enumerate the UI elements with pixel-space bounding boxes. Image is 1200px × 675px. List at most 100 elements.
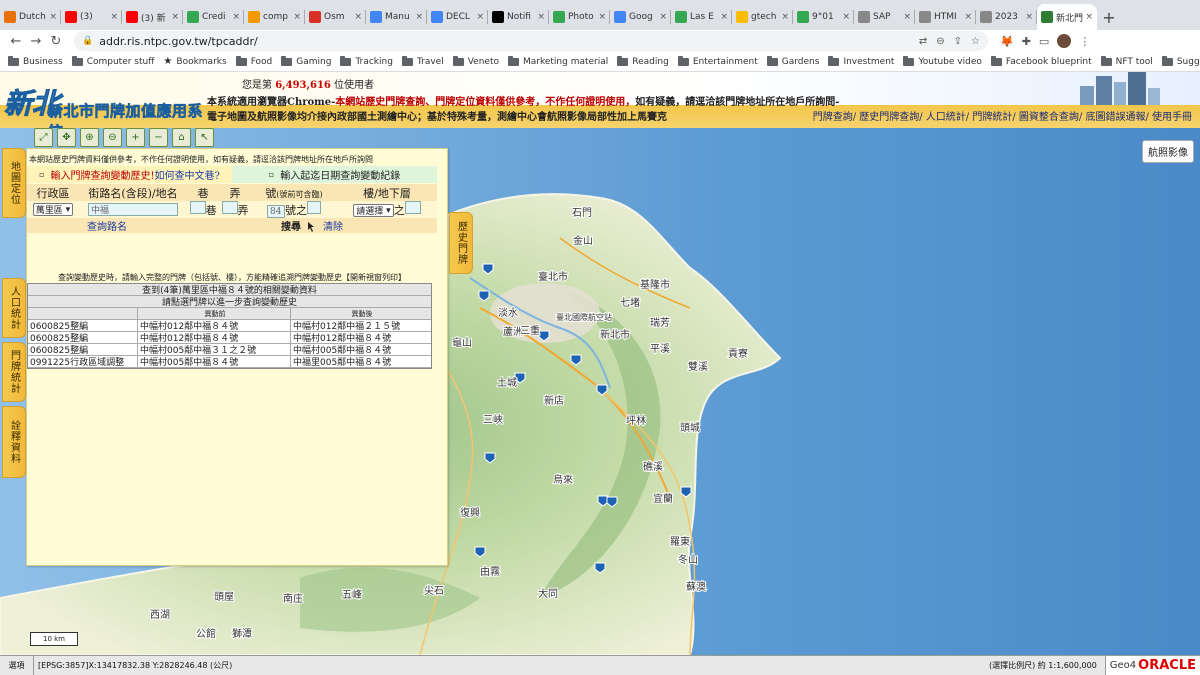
floor-sub-input[interactable] — [404, 201, 421, 214]
browser-tab[interactable]: Notifi × — [488, 4, 549, 30]
road-input[interactable]: 中福 — [88, 203, 178, 216]
bookmark-item[interactable]: Suggested Sites — [1161, 55, 1200, 67]
browser-tab[interactable]: Las E × — [671, 4, 732, 30]
bookmark-star-icon[interactable]: ☆ — [971, 36, 980, 47]
sidetab-map-location[interactable]: 地圖定位 — [2, 148, 26, 218]
extent-icon[interactable]: ⤢ — [34, 128, 53, 147]
cell-after[interactable]: 中福里005鄰中福８４號 — [291, 356, 431, 368]
pan-icon[interactable]: ✥ — [57, 128, 76, 147]
bookmark-item[interactable]: Reading — [617, 55, 669, 67]
browser-tab[interactable]: (3) × — [61, 4, 122, 30]
close-icon[interactable]: × — [903, 12, 911, 22]
scale-readout[interactable]: (選擇比例尺) 約 1:1,600,000 — [989, 660, 1097, 671]
bookmark-item[interactable]: Tracking — [340, 55, 393, 67]
cell-before[interactable]: 中幅村005鄰中福８４號 — [138, 356, 291, 368]
close-icon[interactable]: × — [293, 12, 301, 22]
number-input[interactable]: 84 — [267, 205, 285, 219]
bookmark-item[interactable]: NFT tool — [1100, 55, 1153, 67]
close-icon[interactable]: × — [354, 12, 362, 22]
cell-before[interactable]: 中幅村012鄰中福８４號 — [138, 332, 291, 344]
help-link[interactable]: 如何查中文巷? — [155, 167, 220, 182]
aerial-image-button[interactable]: 航照影像 — [1142, 140, 1194, 163]
pointer-icon[interactable]: ↖ — [195, 128, 214, 147]
close-icon[interactable]: × — [1085, 12, 1093, 22]
bookmark-item[interactable]: Gaming — [281, 55, 331, 67]
sidetab-population[interactable]: 人口統計 — [2, 278, 26, 338]
translate-icon[interactable]: ⇄ — [919, 36, 927, 47]
cell-after[interactable]: 中幅村012鄰中福８４號 — [291, 332, 431, 344]
close-icon[interactable]: × — [49, 12, 57, 22]
close-icon[interactable]: × — [598, 12, 606, 22]
bookmark-item[interactable]: Youtube video — [903, 55, 982, 67]
bookmark-item[interactable]: Business — [8, 55, 63, 67]
cell-before[interactable]: 中幅村005鄰中福３１之２號 — [138, 344, 291, 356]
close-icon[interactable]: × — [171, 12, 179, 22]
browser-tab[interactable]: Photo × — [549, 4, 610, 30]
close-icon[interactable]: × — [415, 12, 423, 22]
extension-icon[interactable]: ✚ — [1022, 35, 1031, 48]
bookmark-item[interactable]: Entertainment — [677, 55, 758, 67]
browser-tab[interactable]: Manu × — [366, 4, 427, 30]
sidetab-history-doorplate[interactable]: 歷史門牌 — [449, 212, 473, 274]
browser-tab[interactable]: HTMI × — [915, 4, 976, 30]
sidetab-doorplate-stats[interactable]: 門牌統計 — [2, 342, 26, 402]
browser-tab[interactable]: Dutch × — [0, 4, 61, 30]
close-icon[interactable]: × — [720, 12, 728, 22]
site-logo[interactable]: 新北 新北市門牌加值應用系統 — [2, 76, 207, 129]
new-tab-button[interactable]: + — [1097, 4, 1121, 30]
cell-after[interactable]: 中幅村005鄰中福８４號 — [291, 344, 431, 356]
home-icon[interactable]: ⌂ — [172, 128, 191, 147]
road-lookup-link[interactable]: 查詢路名 — [87, 222, 127, 233]
bookmark-item[interactable]: Travel — [401, 55, 444, 67]
bookmark-item[interactable]: Facebook blueprint — [990, 55, 1092, 67]
close-icon[interactable]: × — [964, 12, 972, 22]
number-sub-input[interactable] — [307, 200, 321, 214]
sidetab-metadata[interactable]: 詮釋資料 — [2, 406, 26, 478]
browser-tab[interactable]: 新北門 × — [1037, 4, 1097, 30]
close-icon[interactable]: × — [110, 12, 118, 22]
close-icon[interactable]: × — [476, 12, 484, 22]
browser-tab[interactable]: Osm × — [305, 4, 366, 30]
bookmark-item[interactable]: Veneto — [452, 55, 499, 67]
tab-date-range[interactable]: ▫ 輸入起迄日期查詢變動紀錄 — [232, 166, 437, 183]
sidebar-icon[interactable]: ▭ — [1039, 35, 1049, 48]
browser-tab[interactable]: comp × — [244, 4, 305, 30]
menu-icon[interactable]: ⋮ — [1079, 35, 1090, 48]
site-nav-links[interactable]: 門牌查詢/ 歷史門牌查詢/ 人口統計/ 門牌統計/ 圖資整合查詢/ 底圖錯誤通報… — [813, 108, 1192, 123]
lane-input[interactable] — [189, 201, 206, 214]
close-icon[interactable]: × — [232, 12, 240, 22]
metamask-icon[interactable]: 🦊 — [1000, 35, 1014, 48]
browser-tab[interactable]: Goog × — [610, 4, 671, 30]
zoom-icon[interactable]: ⊖ — [936, 36, 944, 47]
browser-tab[interactable]: gtech × — [732, 4, 793, 30]
browser-tab[interactable]: DECL × — [427, 4, 488, 30]
back-icon[interactable]: ← — [6, 34, 26, 49]
browser-tab[interactable]: SAP × — [854, 4, 915, 30]
clear-link[interactable]: 清除 — [323, 222, 343, 233]
cell-before[interactable]: 中幅村012鄰中福８４號 — [138, 320, 291, 332]
browser-tab[interactable]: Credi × — [183, 4, 244, 30]
bookmark-item[interactable]: Marketing material — [507, 55, 608, 67]
address-bar[interactable]: 🔒 addr.ris.ntpc.gov.tw/tpcaddr/ ⇄ ⊖ ⇪ ☆ — [74, 31, 988, 51]
bookmark-item[interactable]: Computer stuff — [71, 55, 154, 67]
browser-tab[interactable]: 2023 × — [976, 4, 1037, 30]
district-select[interactable]: 萬里區 ▾ — [32, 203, 74, 216]
forward-icon[interactable]: → — [26, 34, 46, 49]
options-button[interactable]: 選項 — [0, 656, 34, 675]
bookmark-item[interactable]: Investment — [828, 55, 894, 67]
close-icon[interactable]: × — [1025, 12, 1033, 22]
reload-icon[interactable]: ↻ — [46, 34, 66, 49]
alley-input[interactable] — [221, 201, 238, 214]
close-icon[interactable]: × — [659, 12, 667, 22]
browser-tab[interactable]: 9°01 × — [793, 4, 854, 30]
bookmark-item[interactable]: Food — [235, 55, 272, 67]
search-button[interactable]: 搜尋 — [281, 222, 301, 233]
zoom-out-icon[interactable]: − — [149, 128, 168, 147]
bookmark-item[interactable]: Gardens — [766, 55, 819, 67]
close-icon[interactable]: × — [781, 12, 789, 22]
avatar[interactable] — [1057, 34, 1072, 48]
browser-tab[interactable]: (3) 新 × — [122, 4, 183, 30]
share-icon[interactable]: ⇪ — [954, 36, 962, 47]
close-icon[interactable]: × — [842, 12, 850, 22]
zoom-out-area-icon[interactable]: ⊖ — [103, 128, 122, 147]
